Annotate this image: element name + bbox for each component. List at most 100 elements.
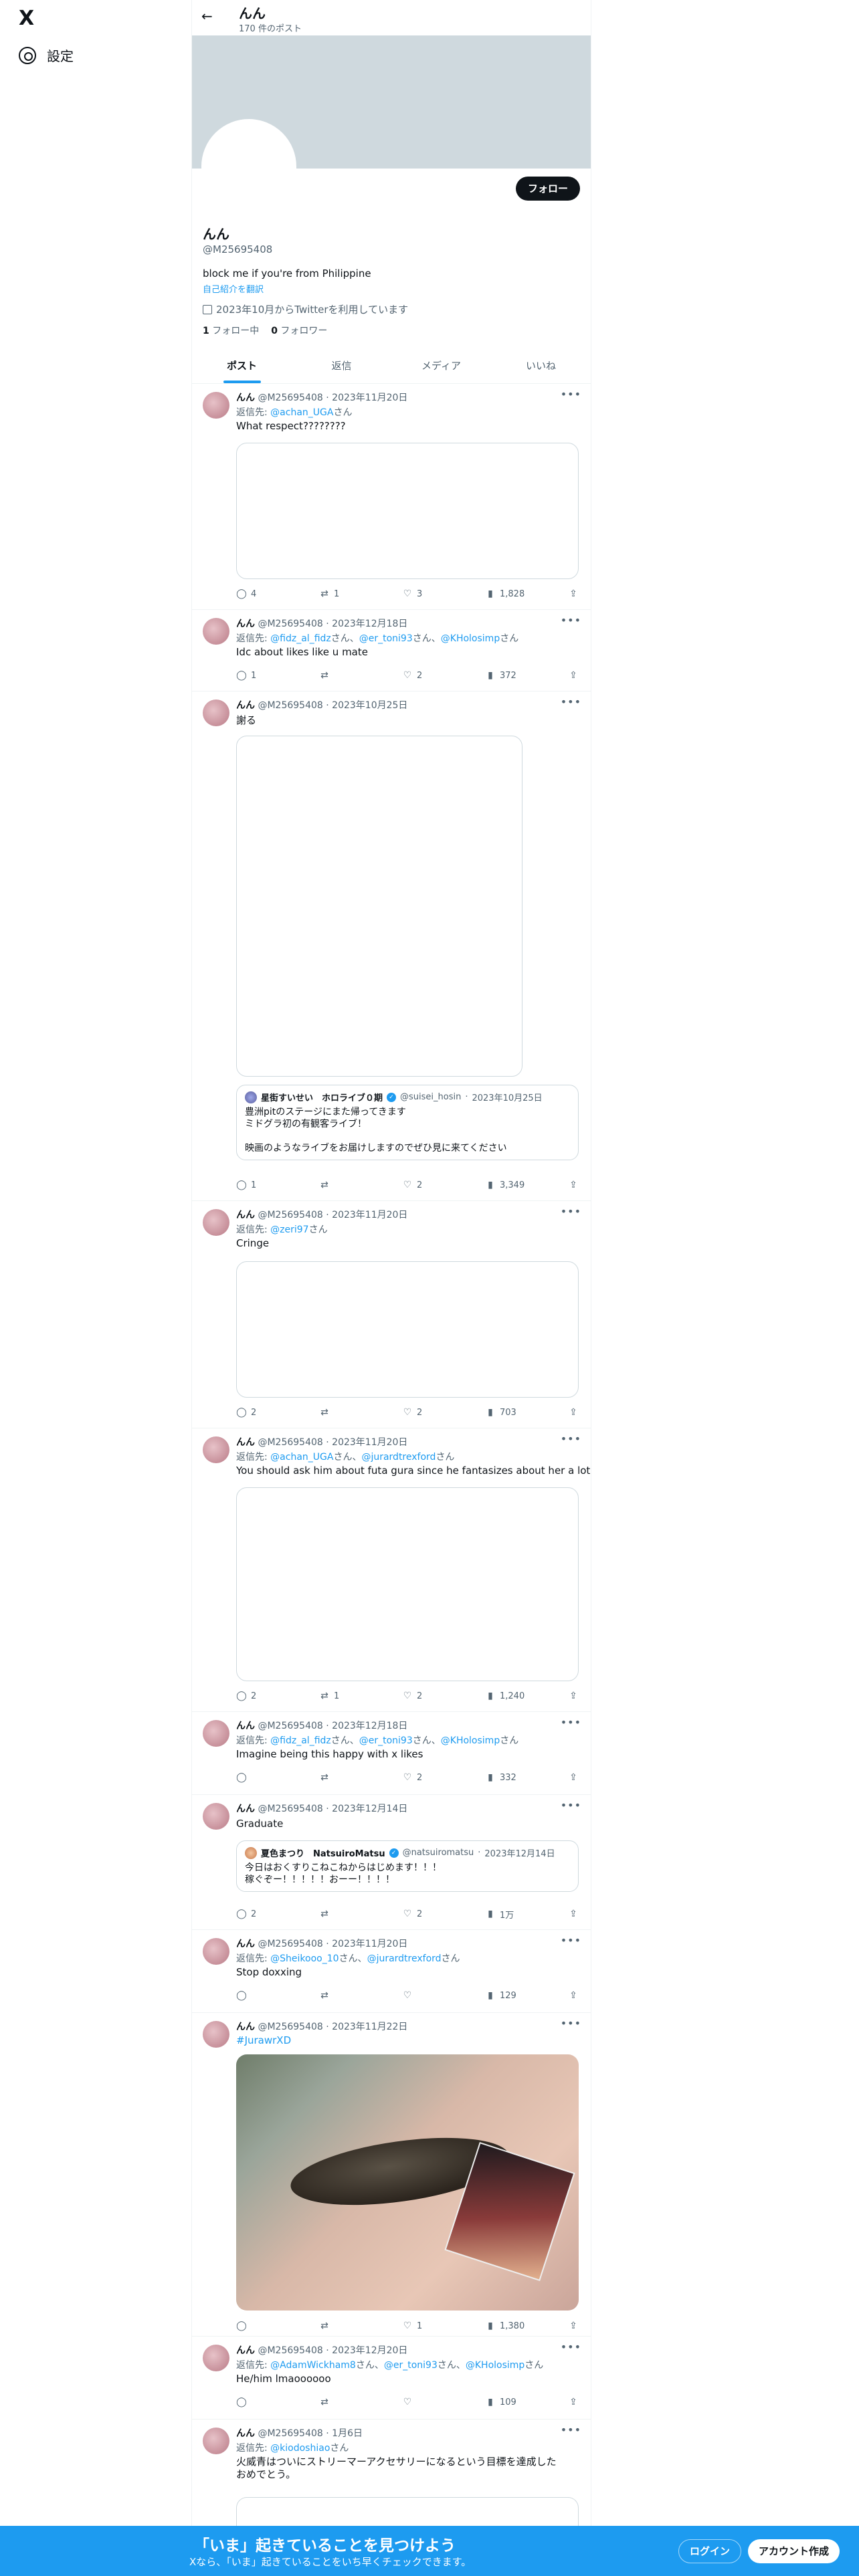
tab-likes[interactable]: いいね xyxy=(491,348,591,383)
share-button[interactable]: ⇪ xyxy=(568,1689,579,1703)
tab-media[interactable]: メディア xyxy=(391,348,491,383)
like-button[interactable]: ♡ 2 xyxy=(402,1907,442,1921)
tweet[interactable]: んん @M25695408 · 1月6日 ••• 返信先: @kiodoshia… xyxy=(192,2420,591,2537)
reply-button[interactable]: ◯ xyxy=(236,2395,276,2409)
following-link[interactable]: 1 フォロー中 xyxy=(203,324,259,337)
reply-button[interactable]: ◯ 2 xyxy=(236,1689,276,1703)
repost-button[interactable]: ⇄ xyxy=(319,1178,359,1192)
reply-button[interactable]: ◯ 4 xyxy=(236,587,276,601)
more-icon[interactable]: ••• xyxy=(561,1934,581,1947)
profile-avatar[interactable] xyxy=(201,119,296,214)
reply-button[interactable]: ◯ 2 xyxy=(236,1907,276,1921)
tweet[interactable]: んん @M25695408 · 2023年10月25日 ••• 謝る 星街すいせ… xyxy=(192,691,591,1201)
tweet-avatar[interactable] xyxy=(203,1938,229,1965)
repost-button[interactable]: ⇄ xyxy=(319,2395,359,2409)
tweet-avatar[interactable] xyxy=(203,392,229,419)
tweet-media[interactable] xyxy=(236,443,579,579)
like-button[interactable]: ♡ 2 xyxy=(402,1689,442,1703)
tweet[interactable]: んん @M25695408 · 2023年12月18日 ••• 返信先: @fi… xyxy=(192,610,591,691)
tweet-avatar[interactable] xyxy=(203,1803,229,1830)
tweet-avatar[interactable] xyxy=(203,2428,229,2454)
more-icon[interactable]: ••• xyxy=(561,2017,581,2030)
more-icon[interactable]: ••• xyxy=(561,1205,581,1218)
tweet-avatar[interactable] xyxy=(203,2345,229,2371)
back-arrow-icon[interactable]: ← xyxy=(201,8,213,24)
views-button[interactable]: ▮ 1万 xyxy=(485,1907,525,1921)
translate-bio-link[interactable]: 自己紹介を翻訳 xyxy=(203,282,264,295)
like-button[interactable]: ♡ 3 xyxy=(402,587,442,601)
more-icon[interactable]: ••• xyxy=(561,388,581,401)
views-button[interactable]: ▮ 3,349 xyxy=(485,1178,525,1192)
tweet-media[interactable] xyxy=(236,736,522,1077)
tweet[interactable]: んん @M25695408 · 2023年11月20日 ••• 返信先: @ac… xyxy=(192,384,591,610)
like-button[interactable]: ♡ 2 xyxy=(402,1771,442,1784)
repost-button[interactable]: ⇄ xyxy=(319,669,359,682)
repost-button[interactable]: ⇄ xyxy=(319,1989,359,2002)
tweet-avatar[interactable] xyxy=(203,1436,229,1463)
share-button[interactable]: ⇪ xyxy=(568,1771,579,1784)
views-button[interactable]: ▮ 372 xyxy=(485,669,525,682)
share-button[interactable]: ⇪ xyxy=(568,1406,579,1419)
quoted-tweet[interactable]: 夏色まつり NatsuiroMatsu ✓ @natsuiromatsu · 202… xyxy=(236,1840,579,1892)
share-button[interactable]: ⇪ xyxy=(568,1907,579,1921)
repost-button[interactable]: ⇄ xyxy=(319,2319,359,2333)
tweet-media[interactable] xyxy=(236,1487,579,1681)
repost-button[interactable]: ⇄ xyxy=(319,1406,359,1419)
share-button[interactable]: ⇪ xyxy=(568,2395,579,2409)
reply-button[interactable]: ◯ 2 xyxy=(236,1406,276,1419)
tweet[interactable]: んん @M25695408 · 2023年11月20日 ••• 返信先: @ze… xyxy=(192,1201,591,1428)
more-icon[interactable]: ••• xyxy=(561,1432,581,1445)
tweet[interactable]: んん @M25695408 · 2023年11月22日 ••• #JurawrX… xyxy=(192,2013,591,2337)
share-button[interactable]: ⇪ xyxy=(568,1989,579,2002)
quoted-tweet[interactable]: 星街すいせい ホロライブ０期 ✓ @suisei_hosin · 2023年10月2… xyxy=(236,1085,579,1160)
follow-button[interactable]: フォロー xyxy=(515,177,580,201)
more-icon[interactable]: ••• xyxy=(561,695,581,708)
views-button[interactable]: ▮ 703 xyxy=(485,1406,525,1419)
share-button[interactable]: ⇪ xyxy=(568,587,579,601)
signup-button[interactable]: アカウント作成 xyxy=(748,2539,840,2563)
like-button[interactable]: ♡ xyxy=(402,1989,442,2002)
hashtag-link[interactable]: #JurawrXD xyxy=(236,2034,291,2047)
more-icon[interactable]: ••• xyxy=(561,2341,581,2353)
like-button[interactable]: ♡ 2 xyxy=(402,1406,442,1419)
tweet-avatar[interactable] xyxy=(203,1720,229,1747)
views-button[interactable]: ▮ 109 xyxy=(485,2395,525,2409)
more-icon[interactable]: ••• xyxy=(561,614,581,627)
more-icon[interactable]: ••• xyxy=(561,1799,581,1812)
reply-button[interactable]: ◯ xyxy=(236,1771,276,1784)
tweet[interactable]: んん @M25695408 · 2023年12月18日 ••• 返信先: @fi… xyxy=(192,1712,591,1795)
like-button[interactable]: ♡ 1 xyxy=(402,2319,442,2333)
views-button[interactable]: ▮ 129 xyxy=(485,1989,525,2002)
share-button[interactable]: ⇪ xyxy=(568,2319,579,2333)
repost-button[interactable]: ⇄ 1 xyxy=(319,1689,359,1703)
nav-settings[interactable]: 設定 xyxy=(19,45,74,65)
views-button[interactable]: ▮ 1,380 xyxy=(485,2319,525,2333)
tweet-avatar[interactable] xyxy=(203,618,229,645)
tweet[interactable]: んん @M25695408 · 2023年12月20日 ••• 返信先: @Ad… xyxy=(192,2337,591,2420)
reply-button[interactable]: ◯ 1 xyxy=(236,1178,276,1192)
tweet[interactable]: んん @M25695408 · 2023年11月20日 ••• 返信先: @ac… xyxy=(192,1428,591,1712)
x-logo[interactable]: X xyxy=(19,8,40,29)
share-button[interactable]: ⇪ xyxy=(568,669,579,682)
repost-button[interactable]: ⇄ xyxy=(319,1771,359,1784)
tweet-avatar[interactable] xyxy=(203,700,229,726)
tweet-photo[interactable] xyxy=(236,2054,579,2311)
login-button[interactable]: ログイン xyxy=(678,2539,742,2563)
like-button[interactable]: ♡ xyxy=(402,2395,442,2409)
views-button[interactable]: ▮ 332 xyxy=(485,1771,525,1784)
reply-button[interactable]: ◯ 1 xyxy=(236,669,276,682)
followers-link[interactable]: 0 フォロワー xyxy=(271,324,327,337)
more-icon[interactable]: ••• xyxy=(561,1716,581,1729)
reply-button[interactable]: ◯ xyxy=(236,1989,276,2002)
repost-button[interactable]: ⇄ 1 xyxy=(319,587,359,601)
tweet[interactable]: んん @M25695408 · 2023年11月20日 ••• 返信先: @Sh… xyxy=(192,1930,591,2013)
reply-button[interactable]: ◯ xyxy=(236,2319,276,2333)
tweet-avatar[interactable] xyxy=(203,1209,229,1236)
like-button[interactable]: ♡ 2 xyxy=(402,669,442,682)
repost-button[interactable]: ⇄ xyxy=(319,1907,359,1921)
tweet[interactable]: んん @M25695408 · 2023年12月14日 ••• Graduate… xyxy=(192,1795,591,1930)
views-button[interactable]: ▮ 1,240 xyxy=(485,1689,525,1703)
tab-posts[interactable]: ポスト xyxy=(192,348,292,383)
tab-replies[interactable]: 返信 xyxy=(292,348,391,383)
tweet-media[interactable] xyxy=(236,1261,579,1398)
